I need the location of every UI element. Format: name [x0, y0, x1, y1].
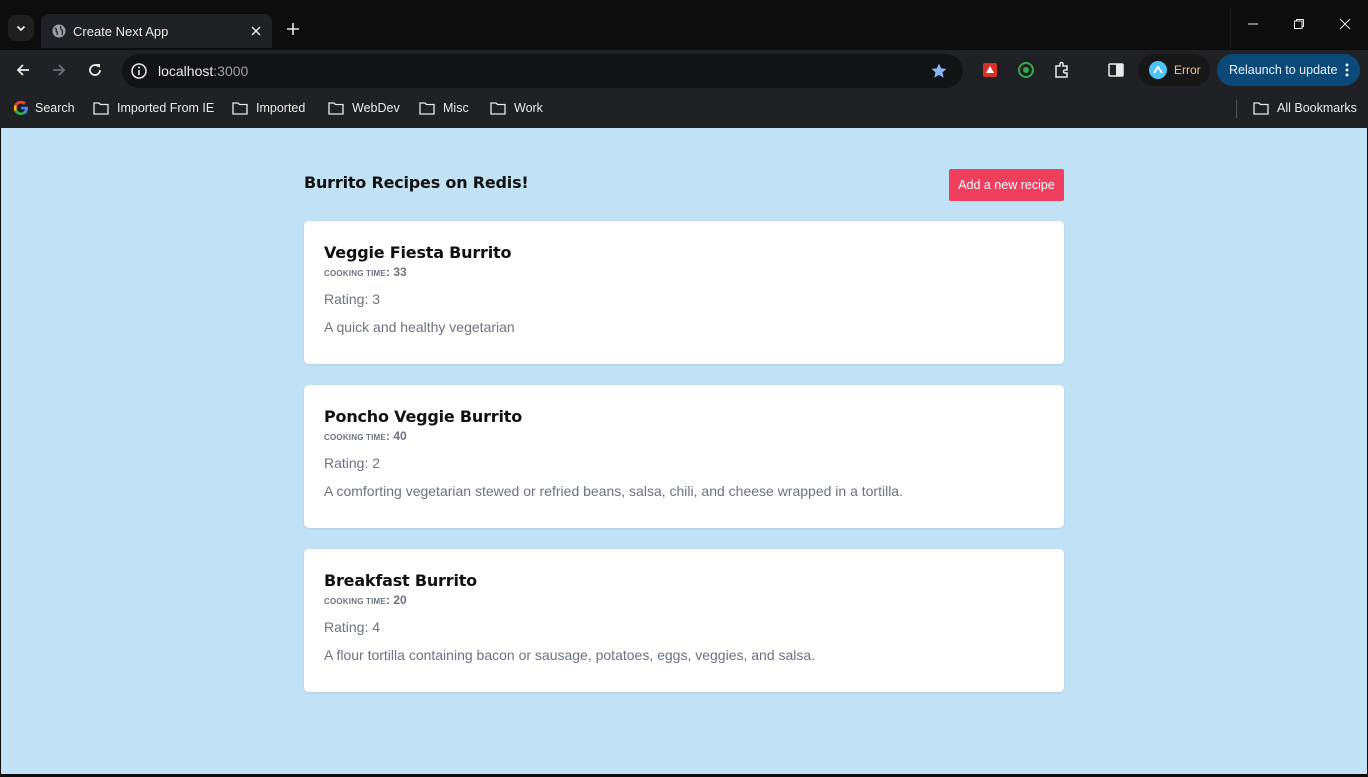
folder-icon: [232, 102, 248, 115]
bookmark-label: Imported: [256, 101, 306, 115]
new-tab-button[interactable]: [280, 16, 306, 42]
bookmark-folder-misc[interactable]: Misc: [419, 98, 469, 118]
extension-icon-red[interactable]: [979, 59, 1001, 81]
more-vert-icon[interactable]: [1340, 60, 1354, 80]
tab-title: Create Next App: [73, 23, 169, 39]
recipe-cooking-time: COOKING TIME: 20: [324, 593, 407, 607]
bookmark-folder-webdev[interactable]: WebDev: [328, 98, 400, 118]
recipe-name: Breakfast Burrito: [324, 571, 477, 590]
cooking-time-value: 40: [393, 429, 407, 443]
side-panel-icon[interactable]: [1105, 59, 1127, 81]
recipe-card[interactable]: Breakfast Burrito COOKING TIME: 20 Ratin…: [304, 549, 1064, 692]
recipe-card[interactable]: Veggie Fiesta Burrito COOKING TIME: 33 R…: [304, 221, 1064, 364]
folder-icon: [328, 102, 344, 115]
arrow-left-icon: [16, 64, 29, 76]
restore-icon: [1294, 19, 1304, 29]
browser-toolbar: localhost:3000 Error Relaunch to update: [0, 50, 1368, 90]
folder-icon: [1253, 102, 1269, 115]
recipe-rating: Rating: 4: [324, 619, 381, 635]
all-bookmarks-label: All Bookmarks: [1277, 101, 1357, 115]
error-label: Error: [1174, 63, 1201, 77]
bookmarks-bar: Search Imported From IE Imported WebDev …: [0, 90, 1368, 128]
folder-icon: [93, 102, 109, 115]
page-title: Burrito Recipes on Redis!: [304, 173, 529, 192]
recipe-description: A comforting vegetarian stewed or refrie…: [324, 483, 903, 499]
browser-window: Create Next App localhost:3000 Error Rel…: [0, 0, 1368, 777]
minimize-icon: [1248, 23, 1258, 25]
recipe-name: Poncho Veggie Burrito: [324, 407, 523, 426]
folder-icon: [419, 102, 435, 115]
folder-icon: [490, 102, 506, 115]
google-icon: [13, 100, 28, 115]
cooking-time-label: COOKING TIME: [324, 597, 386, 606]
recipe-rating: Rating: 2: [324, 455, 381, 471]
profile-error-chip[interactable]: Error: [1138, 54, 1210, 86]
cooking-time-value: 20: [393, 593, 407, 607]
chevron-down-icon: [16, 25, 26, 32]
recipe-description: A quick and healthy vegetarian: [324, 319, 515, 335]
extension-icon-green[interactable]: [1015, 59, 1037, 81]
page-viewport: Burrito Recipes on Redis! Add a new reci…: [1, 128, 1367, 774]
plus-icon: [287, 23, 299, 35]
star-icon[interactable]: [927, 59, 951, 83]
relaunch-button[interactable]: Relaunch to update: [1217, 54, 1360, 86]
restore-button[interactable]: [1276, 0, 1322, 48]
recipe-cooking-time: COOKING TIME: 40: [324, 429, 407, 443]
url-port: :3000: [213, 63, 249, 79]
window-controls: [1230, 0, 1368, 48]
info-icon[interactable]: [128, 60, 150, 82]
arrow-right-icon: [53, 64, 66, 76]
relaunch-label: Relaunch to update: [1229, 63, 1338, 77]
bookmark-folder-imported-from-ie[interactable]: Imported From IE: [93, 98, 214, 118]
bookmark-folder-work[interactable]: Work: [490, 98, 543, 118]
url-text[interactable]: localhost:3000: [158, 63, 927, 79]
forward-button[interactable]: [46, 57, 72, 83]
recipe-card[interactable]: Poncho Veggie Burrito COOKING TIME: 40 R…: [304, 385, 1064, 528]
bookmark-folder-imported[interactable]: Imported: [232, 98, 305, 118]
address-bar[interactable]: localhost:3000: [122, 54, 963, 88]
bookmarks-divider: [1236, 100, 1237, 118]
tab-strip: Create Next App: [0, 8, 1368, 48]
back-button[interactable]: [10, 57, 36, 83]
puzzle-icon[interactable]: [1051, 59, 1073, 81]
globe-icon: [51, 23, 67, 39]
bookmark-label: Misc: [443, 101, 469, 115]
recipe-cooking-time: COOKING TIME: 33: [324, 265, 407, 279]
recipe-rating: Rating: 3: [324, 291, 381, 307]
cooking-time-label: COOKING TIME: [324, 269, 386, 278]
close-window-button[interactable]: [1322, 0, 1368, 48]
reload-icon: [89, 64, 101, 76]
bookmark-search[interactable]: Search: [13, 98, 75, 118]
minimize-button[interactable]: [1230, 0, 1276, 48]
profile-avatar-icon: [1149, 61, 1167, 79]
recipe-name: Veggie Fiesta Burrito: [324, 243, 512, 262]
cooking-time-label: COOKING TIME: [324, 433, 386, 442]
url-host: localhost: [158, 63, 214, 79]
tab-active[interactable]: Create Next App: [41, 14, 272, 48]
bookmark-label: Search: [35, 101, 75, 115]
bookmark-label: Work: [514, 101, 543, 115]
cooking-time-value: 33: [393, 265, 407, 279]
close-icon: [1339, 18, 1351, 30]
all-bookmarks-folder[interactable]: All Bookmarks: [1253, 98, 1357, 118]
bookmark-label: WebDev: [352, 101, 400, 115]
recipe-description: A flour tortilla containing bacon or sau…: [324, 647, 816, 663]
tab-search-button[interactable]: [8, 15, 34, 41]
reload-button[interactable]: [82, 57, 108, 83]
close-tab-icon[interactable]: [246, 21, 266, 41]
add-recipe-button[interactable]: Add a new recipe: [949, 169, 1064, 201]
bookmark-label: Imported From IE: [117, 101, 215, 115]
